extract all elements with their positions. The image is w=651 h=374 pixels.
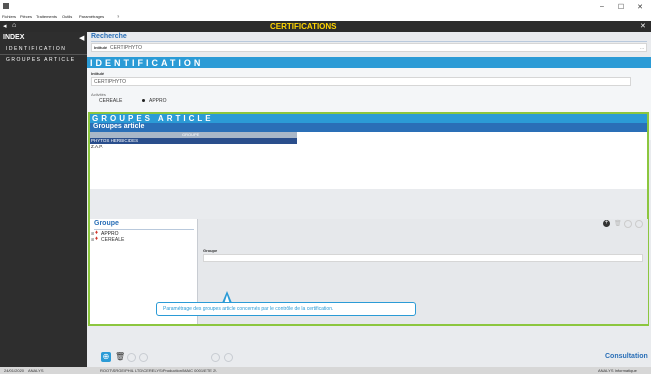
recherche-value: CERTIPHYTO [110, 45, 143, 51]
tooltip-text: Paramétrage des groupes article concerné… [163, 306, 334, 312]
edit-icon[interactable] [624, 220, 632, 228]
sidebar: INDEX ◀ IDENTIFICATION GROUPES ARTICLE [0, 32, 87, 367]
recherche-separator [91, 41, 647, 42]
delete-record-icon[interactable]: 🗑 [115, 352, 125, 361]
page-title: CERTIFICATIONS [270, 22, 337, 31]
recherche-title: Recherche [91, 33, 127, 40]
groupe-field-label: Groupe [203, 248, 218, 253]
maximize-button[interactable]: ☐ [615, 1, 627, 12]
delete-icon[interactable]: 🗑 [614, 220, 622, 227]
option-appro[interactable]: APPRO [149, 98, 167, 104]
folder-icon: ♦ [95, 236, 99, 242]
intitule-field[interactable]: CERTIPHYTO [91, 77, 631, 86]
identification-title: IDENTIFICATION [90, 58, 204, 68]
back-icon[interactable]: ◂ [3, 22, 7, 30]
activites-label: Activités [91, 92, 106, 97]
recherche-label: Intitulé [94, 45, 108, 50]
status-user: ANALYS [28, 368, 44, 373]
table-cell: PHYTOS HERBICIDES [91, 138, 139, 143]
groupe-title: Groupe [94, 220, 119, 227]
table-row[interactable]: Z.A.P. [90, 144, 297, 150]
sidebar-title: INDEX [3, 34, 25, 41]
groupes-article-subtitle: Groupes article [93, 123, 145, 130]
main-content: Recherche Intitulé CERTIPHYTO ... IDENTI… [87, 32, 651, 367]
menu-item-fichiers[interactable]: Fichiers [2, 14, 16, 19]
expand-icon[interactable]: ⊞ [91, 231, 94, 236]
menu-item-pieces[interactable]: Pièces [20, 14, 32, 19]
groupe-field[interactable] [203, 254, 643, 262]
menu-item-parametrages[interactable]: Paramétrages [79, 14, 104, 19]
tree-item-cereale[interactable]: ⊞ ♦ CEREALE [91, 236, 191, 243]
redo-icon[interactable] [224, 353, 233, 362]
bottom-toolbar: ⊕ 🗑 Consultation [87, 347, 651, 367]
groupes-article-section-title: GROUPES ARTICLE [92, 114, 214, 123]
minimize-button[interactable]: – [596, 1, 608, 12]
window-title-bar: – ☐ ✕ [0, 0, 651, 13]
app-icon [3, 3, 9, 9]
undo-icon[interactable] [211, 353, 220, 362]
recherche-more-button[interactable]: ... [640, 45, 644, 51]
app-header: ◂ ⌂ CERTIFICATIONS ✕ [0, 21, 651, 32]
groupe-title-underline [94, 229, 194, 230]
groupes-article-list: GROUPE PHYTOS HERBICIDES Z.A.P. [90, 132, 647, 189]
groupes-article-subheader: Groupes article [90, 123, 647, 132]
print-record-icon[interactable] [139, 353, 148, 362]
expand-icon[interactable]: ⊞ [91, 237, 94, 242]
intitule-label: Intitulé [91, 71, 105, 76]
collapse-sidebar-icon[interactable]: ◀ [79, 34, 84, 42]
identification-header: IDENTIFICATION [87, 57, 651, 68]
menu-item-help[interactable]: ? [117, 14, 119, 19]
groupes-article-block: GROUPES ARTICLE Groupes article GROUPE P… [88, 112, 649, 326]
sidebar-item-label: GROUPES ARTICLE [6, 57, 76, 63]
close-page-button[interactable]: ✕ [640, 22, 646, 30]
recherche-field[interactable]: Intitulé CERTIPHYTO ... [91, 43, 647, 52]
status-company: ANALYS Informatique [598, 368, 637, 373]
sidebar-item-label: IDENTIFICATION [6, 46, 67, 52]
refresh-icon[interactable] [635, 220, 643, 228]
menu-item-outils[interactable]: Outils [62, 14, 72, 19]
status-path: ROOT\SRGE\PHIL LTD\CERELYS\Production\MA… [100, 368, 217, 373]
groupes-article-header: GROUPES ARTICLE [90, 114, 647, 123]
radio-selected-icon[interactable] [142, 99, 145, 102]
menu-bar: Fichiers Pièces Traitements Outils Param… [0, 13, 651, 21]
groupe-column-header-label: GROUPE [182, 132, 200, 137]
menu-item-traitements[interactable]: Traitements [36, 14, 57, 19]
copy-record-icon[interactable] [127, 353, 136, 362]
option-cereale[interactable]: CEREALE [99, 98, 122, 104]
table-cell: Z.A.P. [91, 144, 103, 149]
status-bar: 24/01/2020 ANALYS ROOT\SRGE\PHIL LTD\CER… [0, 367, 651, 374]
sidebar-item-identification[interactable]: IDENTIFICATION [0, 44, 87, 55]
sidebar-item-groupes-article[interactable]: GROUPES ARTICLE [0, 55, 87, 65]
add-icon[interactable]: + [603, 220, 610, 227]
tree-item-label: CEREALE [101, 237, 125, 243]
close-window-button[interactable]: ✕ [634, 1, 646, 12]
groupes-article-gap [90, 189, 647, 219]
home-icon[interactable]: ⌂ [12, 22, 16, 29]
tooltip-callout: Paramétrage des groupes article concerné… [156, 302, 416, 316]
add-record-button[interactable]: ⊕ [101, 352, 111, 362]
status-date: 24/01/2020 [4, 368, 25, 373]
mode-label: Consultation [605, 353, 648, 360]
intitule-value: CERTIPHYTO [94, 79, 127, 85]
